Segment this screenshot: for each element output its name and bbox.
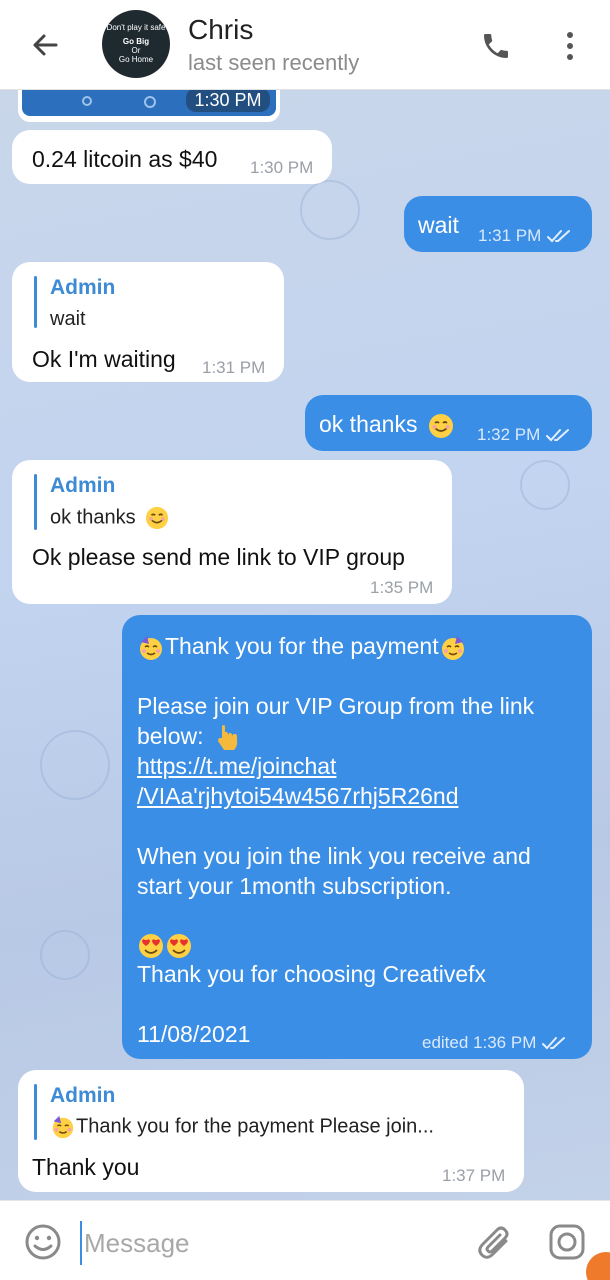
reply-preview[interactable]: Thank you for the payment Please join...	[50, 1114, 434, 1140]
heart-eyes-icon	[167, 933, 191, 958]
message-time: 1:31 PM	[478, 226, 542, 245]
message-text: below:	[137, 723, 204, 749]
message-time: 1:31 PM	[202, 358, 266, 377]
partying-face-icon	[140, 635, 162, 660]
background-doodle	[520, 460, 570, 510]
avatar-text-line: Or	[131, 45, 141, 55]
message-text: 0.24 litcoin as $40	[32, 146, 218, 172]
background-doodle	[40, 730, 110, 800]
reply-accent-bar	[34, 1084, 37, 1140]
reply-preview[interactable]: wait	[50, 308, 86, 331]
message-text: start your 1month subscription.	[137, 873, 452, 899]
reply-sender[interactable]: Admin	[50, 1084, 115, 1108]
message-text: Ok I'm waiting	[32, 346, 176, 372]
incoming-message[interactable]: Admin Thank you for the payment Please j…	[18, 1070, 524, 1192]
message-line: Thank you for the payment	[137, 631, 467, 662]
heart-eyes-icon	[139, 933, 163, 958]
outgoing-message[interactable]: wait 1:31 PM	[404, 196, 592, 252]
call-button[interactable]	[474, 24, 518, 68]
outgoing-message[interactable]: ok thanks 1:32 PM	[305, 395, 592, 451]
message-date: 11/08/2021	[137, 1021, 251, 1047]
incoming-message[interactable]: Admin wait Ok I'm waiting 1:31 PM	[12, 262, 284, 382]
message-meta: 1:32 PM	[477, 425, 572, 445]
smiling-face-icon	[146, 506, 169, 530]
back-button[interactable]	[24, 24, 66, 66]
contact-name[interactable]: Chris	[188, 14, 253, 46]
smiling-face-icon	[428, 413, 453, 438]
reply-sender[interactable]: Admin	[50, 276, 115, 300]
chat-header: Don't play it safe Go Big Or Go Home Chr…	[0, 0, 610, 90]
avatar-text-line: Don't play it safe	[106, 22, 166, 32]
phone-icon	[484, 34, 508, 58]
arrow-left-icon	[33, 34, 58, 56]
more-vertical-icon	[567, 32, 573, 60]
message-time: 1:30 PM	[186, 90, 270, 112]
message-time: 1:37 PM	[442, 1166, 506, 1185]
message-text: Thank you for the payment	[165, 633, 439, 659]
avatar[interactable]: Don't play it safe Go Big Or Go Home	[102, 10, 170, 78]
pointing-down-icon	[217, 724, 238, 750]
emoji-button[interactable]	[24, 1223, 62, 1261]
smile-icon	[25, 1224, 61, 1260]
message-text: When you join the link you receive and	[137, 843, 531, 869]
incoming-message[interactable]: 0.24 litcoin as $40 1:30 PM	[12, 130, 332, 184]
incoming-message[interactable]: Admin ok thanks Ok please send me link t…	[12, 460, 452, 604]
carousel-dot	[144, 96, 156, 108]
double-check-icon	[546, 429, 570, 442]
message-text: Ok please send me link to VIP group	[32, 544, 405, 570]
background-doodle	[300, 180, 360, 240]
message-time: 1:35 PM	[370, 578, 434, 597]
media-preview: 1:30 PM	[22, 90, 276, 116]
partying-face-icon	[441, 635, 464, 660]
message-text: wait	[418, 212, 459, 238]
contact-status: last seen recently	[188, 50, 360, 75]
background-doodle	[40, 930, 90, 980]
message-time: 1:32 PM	[477, 425, 541, 444]
reply-preview[interactable]: ok thanks	[50, 506, 169, 530]
message-text: ok thanks	[319, 411, 418, 437]
invite-link[interactable]: https://t.me/joinchat	[137, 751, 336, 781]
message-line: below:	[137, 721, 240, 752]
composer-bar	[0, 1200, 610, 1280]
attach-button[interactable]	[476, 1223, 514, 1263]
message-time: 1:30 PM	[250, 158, 314, 177]
message-text: Thank you for choosing Creativefx	[137, 961, 487, 987]
partying-face-icon	[52, 1115, 74, 1139]
carousel-dot	[82, 96, 92, 106]
message-text: Thank you	[32, 1154, 140, 1180]
invite-link[interactable]: /VIAa'rjhytoi54w4567rhj5R26nd	[137, 781, 458, 811]
double-check-icon	[542, 1037, 566, 1050]
double-check-icon	[547, 230, 571, 243]
paperclip-icon	[478, 1226, 509, 1259]
partial-media-message[interactable]: 1:30 PM	[18, 90, 280, 122]
message-list[interactable]: 1:30 PM 0.24 litcoin as $40 1:30 PM wait…	[0, 90, 610, 1200]
outgoing-message[interactable]: Thank you for the payment Please join ou…	[122, 615, 592, 1059]
avatar-text-line: Go Big	[122, 36, 150, 46]
reply-preview-text: ok thanks	[50, 506, 136, 529]
message-input[interactable]	[80, 1221, 450, 1265]
message-line	[137, 929, 193, 960]
camera-button[interactable]	[548, 1223, 586, 1261]
message-meta: 1:31 PM	[478, 226, 573, 246]
camera-icon	[549, 1224, 585, 1260]
more-menu-button[interactable]	[552, 24, 588, 68]
message-time: edited 1:36 PM	[422, 1033, 537, 1052]
message-meta: edited 1:36 PM	[422, 1033, 568, 1053]
message-text: ok thanks	[319, 411, 454, 439]
avatar-text-line: Go Home	[118, 54, 154, 64]
reply-accent-bar	[34, 276, 37, 328]
reply-accent-bar	[34, 474, 37, 530]
message-text: Please join our VIP Group from the link	[137, 693, 535, 719]
reply-preview-text: Thank you for the payment Please join...	[76, 1115, 434, 1138]
reply-sender[interactable]: Admin	[50, 474, 115, 498]
